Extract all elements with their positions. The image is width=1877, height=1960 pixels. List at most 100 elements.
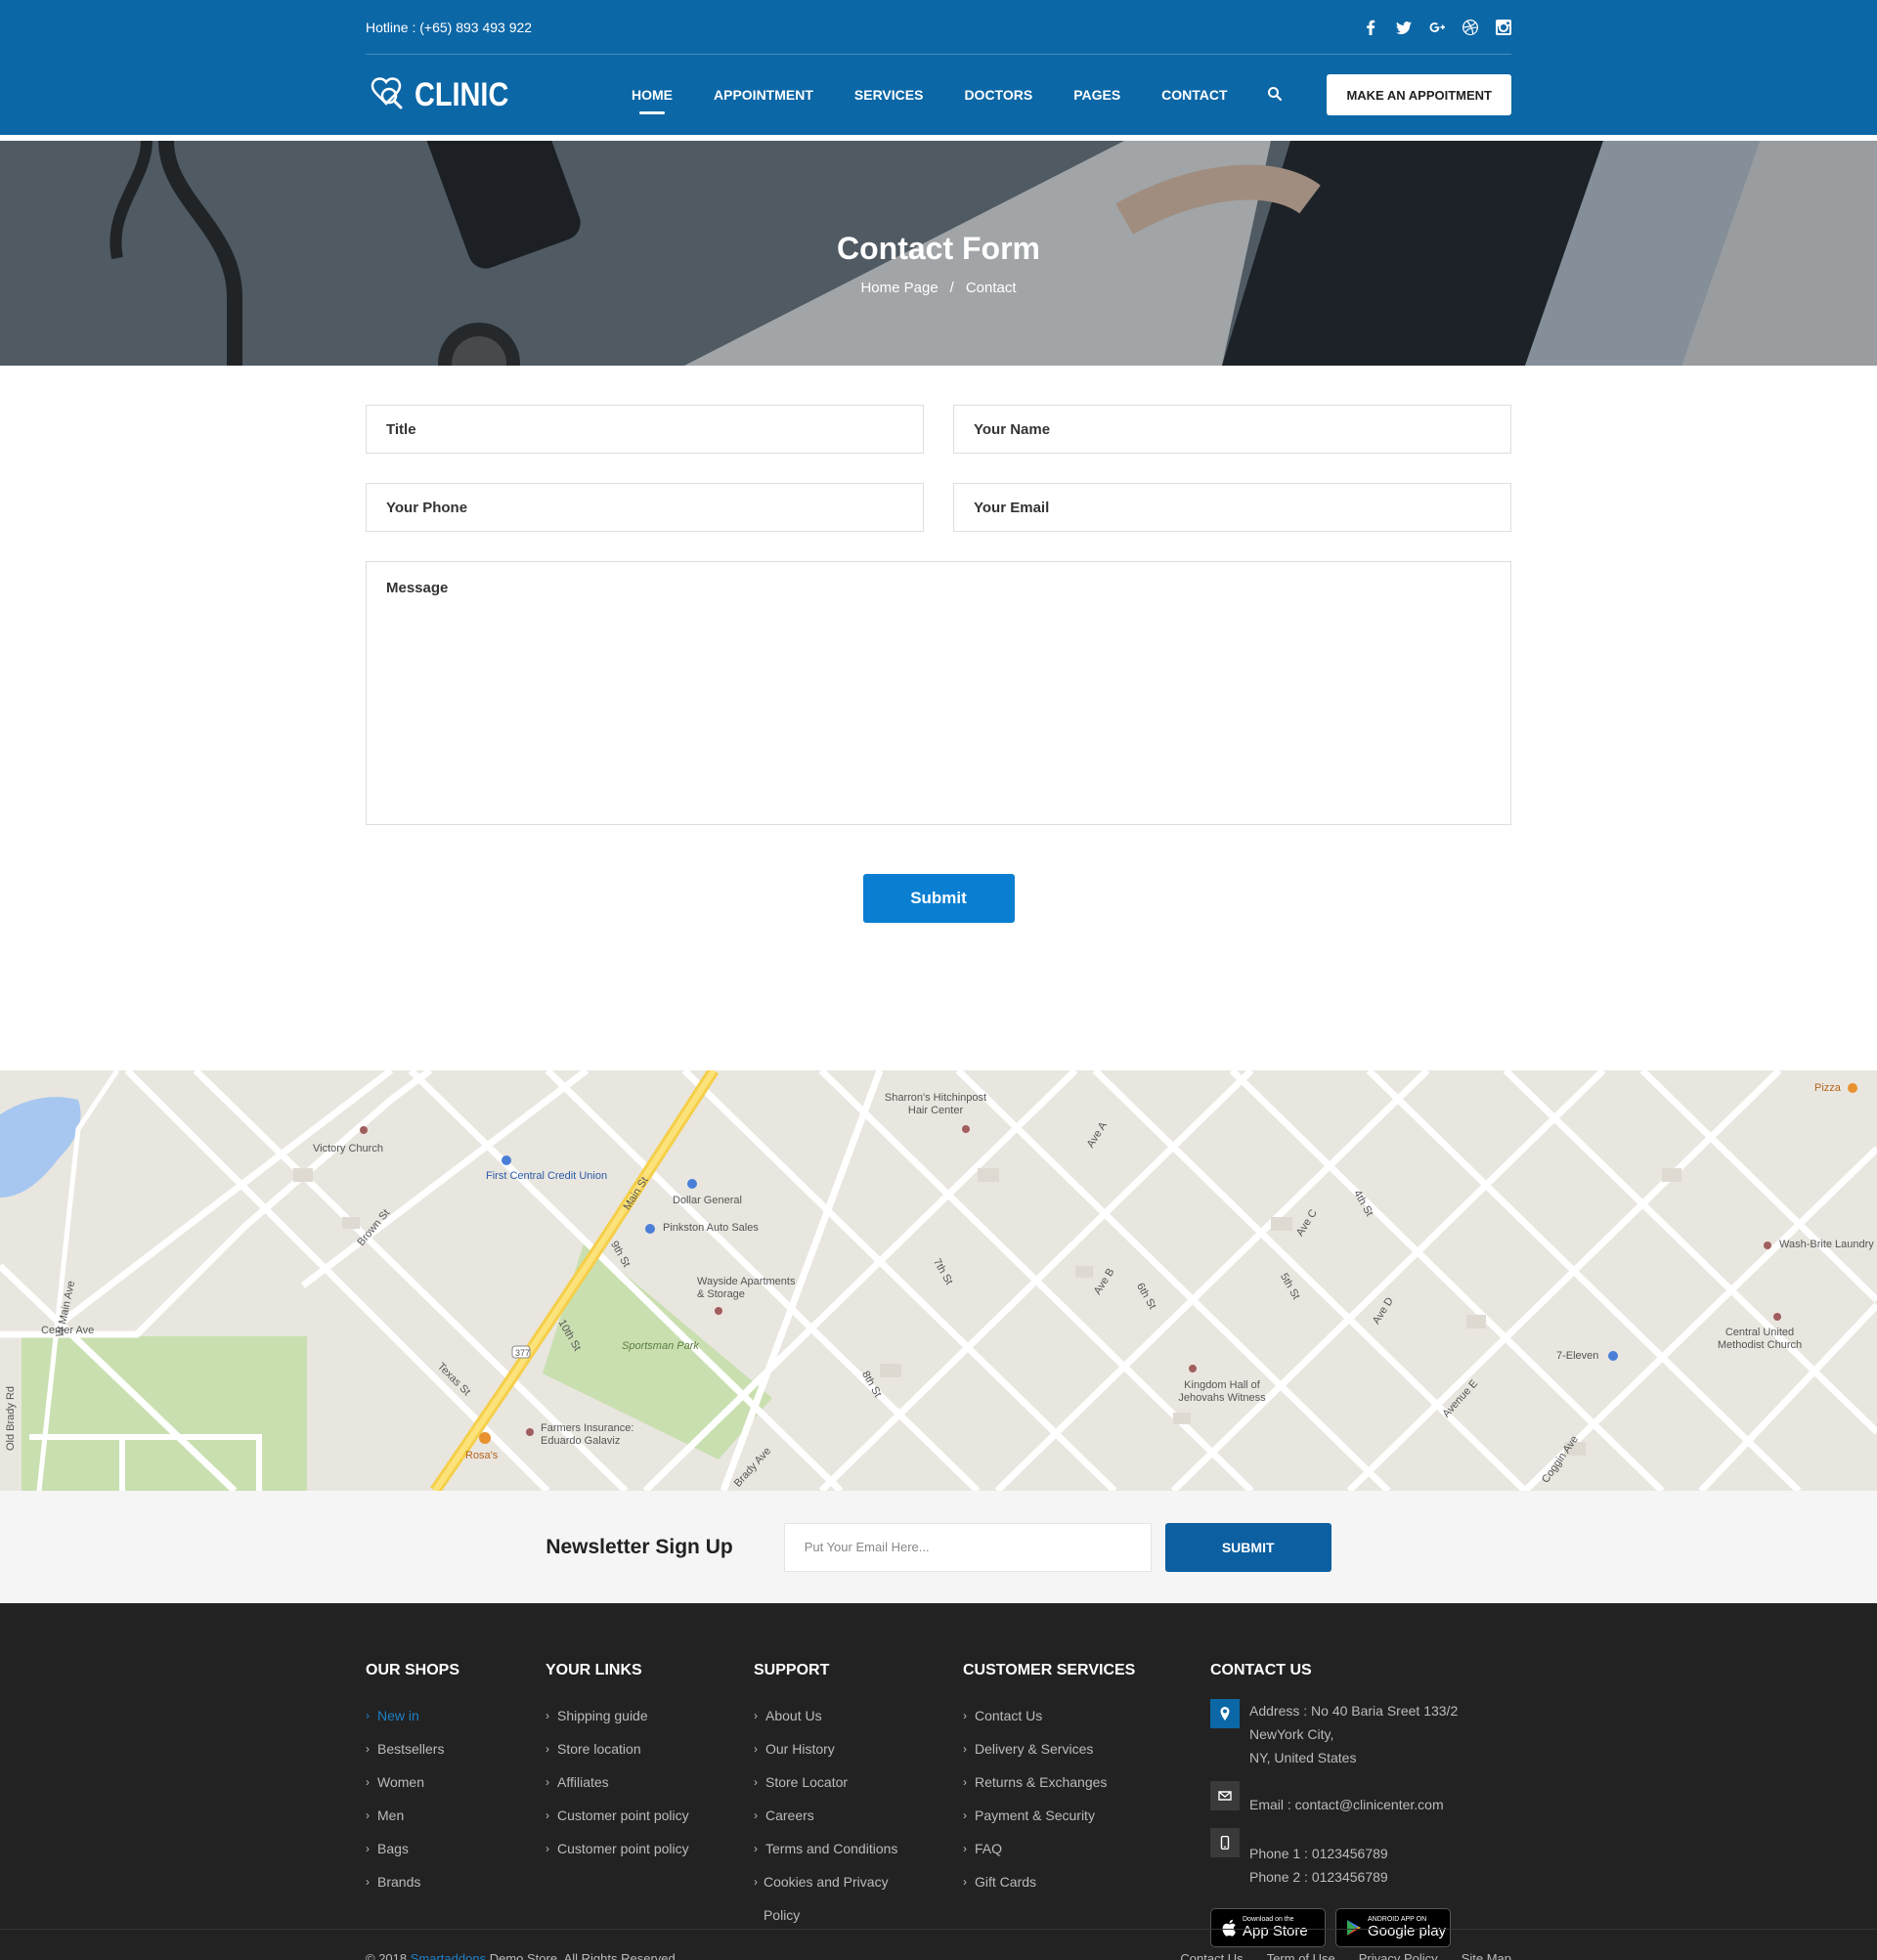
footer-link[interactable]: › Store Locator (754, 1765, 963, 1799)
footer-link[interactable]: › FAQ (963, 1832, 1210, 1865)
footer-col-customer-services: CUSTOMER SERVICES › Contact Us › Delivery … (963, 1662, 1210, 1947)
footer-link[interactable]: › Delivery & Services (963, 1732, 1210, 1765)
footer-link[interactable]: › Careers (754, 1799, 963, 1832)
social-links (1363, 19, 1511, 35)
breadcrumb-current: Contact (965, 280, 1017, 296)
breadcrumb-home[interactable]: Home Page (860, 280, 938, 296)
map-label: Wayside Apartments & Storage (697, 1276, 796, 1300)
footer-link[interactable]: › Contact Us (963, 1699, 1210, 1732)
footer-link[interactable]: › Bestsellers (366, 1732, 546, 1765)
map-label: Farmers Insurance: Eduardo Galaviz (541, 1422, 634, 1447)
email-field[interactable]: Your Email (953, 483, 1511, 532)
contact-phone-1: Phone 1 : 0123456789 (1249, 1846, 1388, 1861)
menu-home[interactable]: HOME (632, 87, 673, 114)
site-header: Hotline : (+65) 893 493 922 CLINIC HOME … (0, 0, 1877, 135)
bottom-link-terms[interactable]: Term of Use (1267, 1951, 1335, 1960)
top-bar: Hotline : (+65) 893 493 922 (366, 0, 1511, 55)
dribbble-icon[interactable] (1462, 19, 1478, 35)
map-label: Sharron's Hitchinpost Hair Center (884, 1092, 987, 1116)
footer-link[interactable]: › Women (366, 1765, 546, 1799)
main-nav: CLINIC HOME APPOINTMENT SERVICES DOCTORS… (366, 55, 1511, 135)
copyright-bar: © 2018 Smartaddons Demo Store. All Right… (0, 1929, 1877, 1960)
footer-link[interactable]: › Customer point policy (546, 1832, 754, 1865)
footer-col-support: SUPPORT › About Us › Our History › Store Lo… (754, 1662, 963, 1947)
title-field[interactable]: Title (366, 405, 924, 454)
message-field[interactable]: Message (366, 561, 1511, 825)
footer-link[interactable]: › Store location (546, 1732, 754, 1765)
footer-link[interactable]: › Customer point policy (546, 1799, 754, 1832)
map-label: Rosa's (465, 1450, 499, 1461)
footer-link[interactable]: › Returns & Exchanges (963, 1765, 1210, 1799)
footer-link[interactable]: › Terms and Conditions (754, 1832, 963, 1865)
location-pin-icon (1210, 1699, 1240, 1728)
page-banner: Contact Form Home Page / Contact (0, 141, 1877, 366)
footer-link[interactable]: › New in (366, 1699, 546, 1732)
envelope-icon (1210, 1781, 1240, 1810)
bottom-links: Contact Us Term of Use Privacy Policy Si… (1180, 1951, 1511, 1960)
menu-services[interactable]: SERVICES (854, 87, 924, 103)
copyright-text: © 2018 Smartaddons Demo Store. All Right… (366, 1951, 678, 1960)
newsletter-email-input[interactable]: Put Your Email Here... (783, 1522, 1152, 1572)
footer-link[interactable]: › Brands (366, 1865, 546, 1898)
menu-doctors[interactable]: DOCTORS (964, 87, 1032, 103)
map-label: 7-Eleven (1556, 1350, 1599, 1362)
footer-col-title: OUR SHOPS (366, 1662, 460, 1678)
breadcrumb: Home Page / Contact (0, 280, 1877, 296)
logo-icon (371, 77, 403, 109)
contact-email[interactable]: Email : contact@clinicenter.com (1249, 1781, 1444, 1816)
app-store-small: Download on the (1243, 1916, 1294, 1923)
site-footer: OUR SHOPS › New in › Bestsellers › Women › M… (0, 1603, 1877, 1960)
contact-form: Title Your Name Your Phone Your Email Me… (0, 366, 1877, 1070)
search-icon[interactable] (1267, 86, 1285, 104)
menu-pages[interactable]: PAGES (1073, 87, 1120, 103)
google-play-small: ANDROID APP ON (1368, 1916, 1427, 1923)
footer-link[interactable]: › Men (366, 1799, 546, 1832)
map-label: Old Brady Rd (5, 1385, 18, 1452)
map-label: First Central Credit Union (486, 1170, 608, 1182)
bottom-link-contact[interactable]: Contact Us (1180, 1951, 1243, 1960)
footer-link[interactable]: › About Us (754, 1699, 963, 1732)
menu-appointment[interactable]: APPOINTMENT (714, 87, 813, 103)
map-streets (0, 1070, 1877, 1491)
logo[interactable]: CLINIC (366, 74, 632, 115)
instagram-icon[interactable] (1496, 19, 1511, 35)
phone-icon (1210, 1828, 1240, 1857)
contact-address-line2: NY, United States (1249, 1750, 1357, 1765)
footer-col-contact: CONTACT US Address : No 40 Baria Sreet 1… (1210, 1662, 1511, 1947)
bottom-link-sitemap[interactable]: Site Map (1462, 1951, 1511, 1960)
footer-col-title: CONTACT US (1210, 1662, 1312, 1678)
footer-link[interactable]: › Shipping guide (546, 1699, 754, 1732)
brand-link[interactable]: Smartaddons (411, 1951, 486, 1960)
footer-link[interactable]: › Cookies and Privacy Policy (754, 1865, 900, 1932)
menu-contact[interactable]: CONTACT (1161, 87, 1227, 103)
bottom-link-privacy[interactable]: Privacy Policy (1359, 1951, 1438, 1960)
name-field[interactable]: Your Name (953, 405, 1511, 454)
location-map[interactable]: Victory Church First Central Credit Unio… (0, 1070, 1877, 1491)
logo-text: CLINIC (415, 75, 509, 113)
footer-col-title: CUSTOMER SERVICES (963, 1662, 1136, 1678)
footer-link[interactable]: › Gift Cards (963, 1865, 1210, 1898)
footer-link[interactable]: › Bags (366, 1832, 546, 1865)
map-label: Dollar General (673, 1195, 742, 1206)
contact-address-line1: Address : No 40 Baria Sreet 133/2 NewYor… (1249, 1703, 1459, 1742)
submit-button[interactable]: Submit (862, 874, 1015, 923)
footer-link[interactable]: › Payment & Security (963, 1799, 1210, 1832)
footer-col-title: YOUR LINKS (546, 1662, 642, 1678)
newsletter-section: Newsletter Sign Up Put Your Email Here..… (0, 1491, 1877, 1603)
map-label: Kingdom Hall of Jehovahs Witness (1178, 1379, 1266, 1404)
hotline-text: Hotline : (+65) 893 493 922 (366, 19, 533, 35)
map-label: Pinkston Auto Sales (663, 1222, 759, 1234)
make-appointment-button[interactable]: MAKE AN APPOITMENT (1327, 74, 1511, 115)
map-label: Victory Church (313, 1143, 383, 1154)
newsletter-submit-button[interactable]: SUBMIT (1164, 1522, 1331, 1572)
google-plus-icon[interactable] (1429, 20, 1445, 35)
footer-link[interactable]: › Affiliates (546, 1765, 754, 1799)
footer-col-shops: OUR SHOPS › New in › Bestsellers › Women › M… (366, 1662, 546, 1947)
newsletter-title: Newsletter Sign Up (546, 1535, 733, 1558)
footer-col-title: SUPPORT (754, 1662, 830, 1678)
footer-link[interactable]: › Our History (754, 1732, 963, 1765)
facebook-icon[interactable] (1363, 20, 1378, 35)
twitter-icon[interactable] (1396, 20, 1412, 35)
phone-field[interactable]: Your Phone (366, 483, 924, 532)
map-label: 377 (515, 1348, 531, 1358)
